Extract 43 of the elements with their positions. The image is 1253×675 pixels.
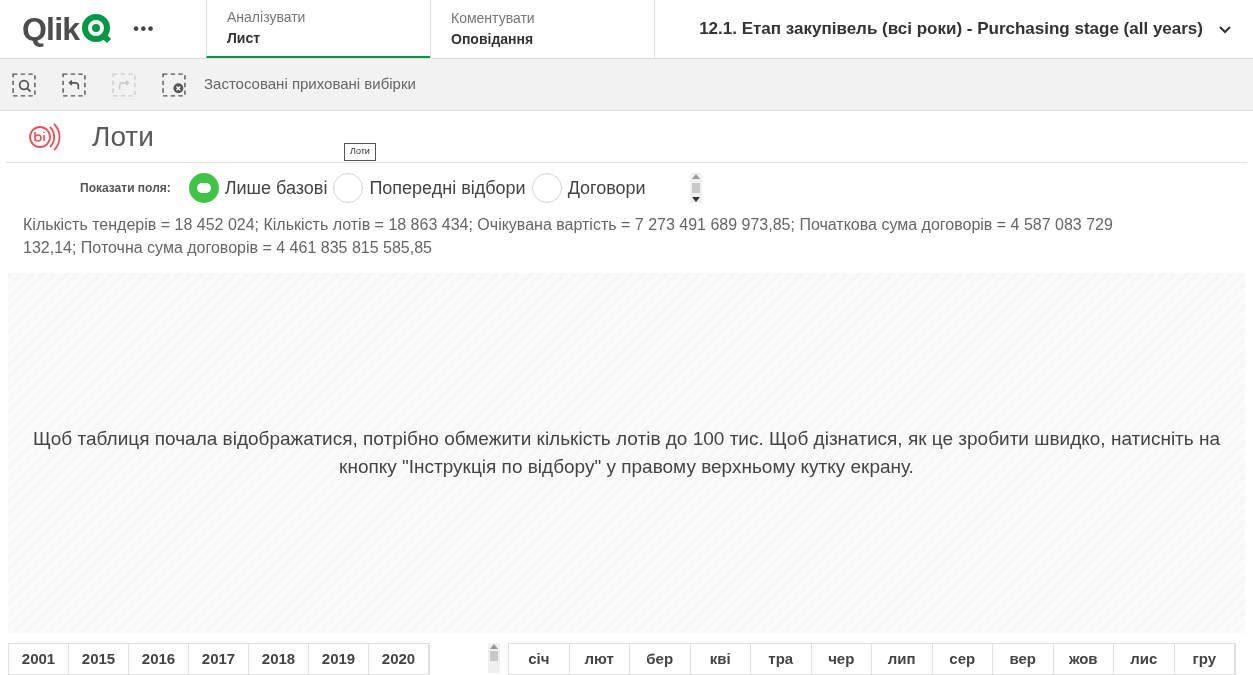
sheet-heading: Лоти: [92, 119, 154, 154]
scroll-up-icon[interactable]: [490, 644, 498, 649]
year-filter[interactable]: 2020: [369, 644, 429, 674]
month-filter[interactable]: лип: [872, 644, 933, 674]
month-filter[interactable]: сер: [932, 644, 993, 674]
scroll-down-icon[interactable]: [691, 197, 700, 202]
scroll-up-icon[interactable]: [691, 174, 700, 179]
month-filter[interactable]: гру: [1174, 644, 1235, 674]
search-icon[interactable]: [10, 70, 38, 99]
scrollbar[interactable]: [488, 643, 500, 673]
radio-button[interactable]: [188, 173, 219, 203]
year-filter[interactable]: 2019: [309, 644, 369, 674]
fields-label: Показати поля:: [80, 180, 171, 197]
month-filter[interactable]: тра: [751, 644, 812, 674]
year-filter[interactable]: 2018: [249, 644, 309, 674]
radio-button[interactable]: [531, 173, 562, 203]
year-filter[interactable]: 2017: [189, 644, 249, 674]
month-filter[interactable]: січ: [509, 644, 570, 674]
sheet-title: 12.1. Етап закупівель (всі роки) - Purchasing stage (all years): [699, 18, 1203, 41]
scrollbar[interactable]: [689, 173, 702, 203]
radio-option[interactable]: Лише базові: [188, 173, 328, 203]
tooltip: Лоти: [344, 143, 376, 161]
nav-tab[interactable]: Коментувати Оповідання: [430, 0, 654, 58]
selections-label: Застосовані приховані вибірки: [204, 74, 416, 95]
more-button[interactable]: •••: [133, 17, 155, 41]
radio-button[interactable]: [333, 173, 364, 203]
summary-text: Кількість тендерів = 18 452 024; Кількість лотів = 18 863 434; Очікувана вартість = 7 273 491 689 973,85; Початкова сума договорів = 4 587 083 729 132,14; Поточна сума договорів = 4 461 835 815 585,85: [22, 215, 1114, 258]
qlik-logo: Qlik: [22, 13, 114, 45]
month-filter[interactable]: бер: [630, 644, 691, 674]
month-filter[interactable]: жов: [1053, 644, 1114, 674]
year-filter[interactable]: 2016: [129, 644, 189, 674]
month-filter[interactable]: кві: [690, 644, 751, 674]
radio-option[interactable]: Договори: [531, 173, 646, 203]
year-filter[interactable]: 2001: [9, 644, 69, 674]
month-filter[interactable]: лют: [569, 644, 630, 674]
month-filter[interactable]: лис: [1114, 644, 1175, 674]
radio-option[interactable]: Попередні відбори: [333, 173, 526, 203]
month-filter[interactable]: вер: [993, 644, 1054, 674]
undo-icon[interactable]: [60, 70, 88, 99]
year-filter[interactable]: 2015: [69, 644, 129, 674]
month-filter[interactable]: чер: [811, 644, 872, 674]
clear-selections-icon[interactable]: [160, 70, 188, 99]
message-text: Щоб таблиця почала відображатися, потрібно обмежити кількість лотів до 100 тис. Щоб дізнатися, як це зробити швидко, натисніть на кнопку "Інструкція по відбору" у правому верхньому кутку екрану.: [31, 427, 1222, 479]
